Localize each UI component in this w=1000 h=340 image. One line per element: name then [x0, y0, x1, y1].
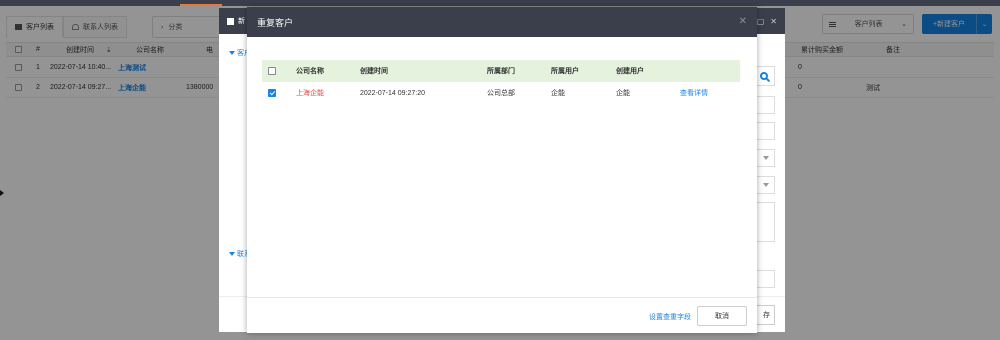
- cancel-label: 取消: [715, 313, 729, 320]
- row-owner: 企能: [551, 90, 565, 97]
- row-creator: 企能: [616, 90, 630, 97]
- row-company: 上海企能: [296, 90, 324, 97]
- window-controls: ▢ ✕: [757, 17, 777, 26]
- search-icon: [760, 72, 768, 80]
- col-owner: 所属用户: [551, 68, 579, 75]
- col-created-time: 创建时间: [360, 68, 388, 75]
- col-company: 公司名称: [296, 68, 324, 75]
- row-checkbox[interactable]: [268, 82, 276, 104]
- row-created-time: 2022-07-14 09:27:20: [360, 89, 425, 97]
- col-creator: 创建用户: [616, 68, 644, 75]
- row-department: 公司总部: [487, 90, 515, 97]
- maximize-icon[interactable]: ▢: [757, 17, 765, 26]
- save-label: 存: [763, 312, 770, 319]
- set-duplicate-fields-link[interactable]: 设置查重字段: [649, 312, 691, 322]
- form-dialog-title: 新: [238, 18, 245, 25]
- view-detail-link[interactable]: 查看详情: [680, 82, 708, 104]
- close-icon[interactable]: ✕: [739, 16, 747, 27]
- drawer-handle-icon[interactable]: [0, 190, 4, 196]
- close-icon[interactable]: ✕: [770, 17, 777, 26]
- col-department: 所属部门: [487, 68, 515, 75]
- dialog-header: 重复客户: [247, 7, 757, 37]
- caret-down-icon: [229, 252, 235, 256]
- dialog-footer: 设置查重字段 取消: [247, 297, 757, 333]
- duplicate-table-header: 公司名称 创建时间 所属部门 所属用户 创建用户: [262, 60, 740, 82]
- caret-down-icon: [229, 51, 235, 55]
- select-all-checkbox[interactable]: [268, 60, 276, 82]
- duplicate-customer-dialog: 重复客户 ✕ 公司名称 创建时间 所属部门 所属用户 创建用户 上海企能 202…: [247, 7, 757, 333]
- cancel-button[interactable]: 取消: [697, 306, 747, 326]
- building-icon: [227, 17, 234, 25]
- dialog-title: 重复客户: [257, 17, 294, 28]
- duplicate-table: 公司名称 创建时间 所属部门 所属用户 创建用户 上海企能 2022-07-14…: [262, 60, 740, 104]
- table-row[interactable]: 上海企能 2022-07-14 09:27:20 公司总部 企能 企能 查看详情: [262, 82, 740, 104]
